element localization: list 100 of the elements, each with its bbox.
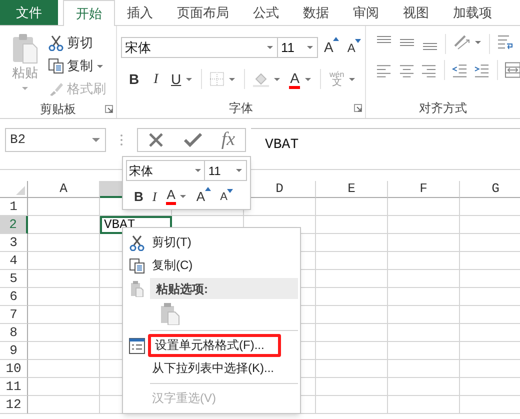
- grid-cell[interactable]: [28, 324, 100, 342]
- row-header[interactable]: 11: [0, 378, 28, 396]
- column-header[interactable]: E: [316, 181, 388, 198]
- ribbon-tab[interactable]: 视图: [391, 0, 441, 25]
- column-header[interactable]: F: [388, 181, 460, 198]
- menu-item[interactable]: 剪切(T): [148, 231, 196, 254]
- enter-button[interactable]: [184, 132, 202, 148]
- grid-cell[interactable]: [316, 396, 388, 414]
- grid-cell[interactable]: [316, 306, 388, 324]
- clipboard-icon: [160, 302, 180, 324]
- grid-cell[interactable]: [28, 360, 100, 378]
- grid-cell[interactable]: [316, 360, 388, 378]
- grid-cell[interactable]: [388, 306, 460, 324]
- align-bottom-icon: [422, 43, 438, 50]
- grid-cell[interactable]: [28, 198, 100, 216]
- font-name-field[interactable]: 宋体: [121, 37, 278, 58]
- clipboard-icon: [130, 280, 144, 296]
- grid-cell[interactable]: [28, 306, 100, 324]
- row-header[interactable]: 7: [0, 306, 28, 324]
- font-name-field[interactable]: 宋体: [126, 160, 206, 181]
- row-header[interactable]: 12: [0, 396, 28, 414]
- row-header[interactable]: 5: [0, 270, 28, 288]
- menu-item[interactable]: 从下拉列表中选择(K)...: [148, 357, 278, 380]
- orientation-button[interactable]: [453, 34, 482, 50]
- row-header[interactable]: 8: [0, 324, 28, 342]
- decrease-font-size-button[interactable]: A: [220, 188, 234, 205]
- insert-function-button[interactable]: fx: [221, 130, 236, 150]
- underline-button[interactable]: U: [171, 68, 194, 90]
- ribbon-tab[interactable]: 页面布局: [165, 0, 241, 25]
- grid-cell[interactable]: [316, 342, 388, 360]
- decrease-font-size-button[interactable]: A: [347, 38, 362, 56]
- font-size-field[interactable]: 11: [278, 37, 318, 58]
- row-header[interactable]: 9: [0, 342, 28, 360]
- caret-icon: [235, 168, 243, 173]
- bold-button[interactable]: B: [134, 187, 144, 206]
- row-header[interactable]: 3: [0, 234, 28, 252]
- paste-option-button[interactable]: [158, 300, 182, 326]
- caret-icon: [306, 45, 314, 50]
- grid-cell[interactable]: [388, 252, 460, 270]
- font-size-field[interactable]: 11: [205, 160, 247, 181]
- grid-cell[interactable]: [388, 378, 460, 396]
- grid-cell[interactable]: [28, 234, 100, 252]
- grip-dots-icon: [120, 134, 123, 146]
- down-triangle-icon: [227, 188, 234, 192]
- row-header[interactable]: 6: [0, 288, 28, 306]
- font-color-button[interactable]: A: [289, 70, 312, 88]
- grid-cell[interactable]: [388, 216, 460, 234]
- align-middle-icon: [399, 39, 415, 46]
- grid-cell[interactable]: [316, 288, 388, 306]
- grid-cell[interactable]: [388, 360, 460, 378]
- italic-button[interactable]: I: [152, 187, 157, 206]
- cancel-button[interactable]: [148, 132, 164, 148]
- borders-button[interactable]: [210, 72, 236, 86]
- grid-cell[interactable]: [388, 342, 460, 360]
- grid-cell[interactable]: [316, 324, 388, 342]
- grid-cell[interactable]: [28, 396, 100, 414]
- formula-field[interactable]: VBAT: [251, 128, 520, 170]
- copy-button[interactable]: 复制: [48, 56, 106, 76]
- grid-cell[interactable]: [316, 198, 388, 216]
- italic-button[interactable]: I: [149, 68, 163, 90]
- ribbon-tab[interactable]: 数据: [291, 0, 341, 25]
- ribbon-tab[interactable]: 公式: [241, 0, 291, 25]
- grid-cell[interactable]: [28, 288, 100, 306]
- ribbon-tab[interactable]: 开始: [63, 0, 115, 26]
- grid-cell[interactable]: [316, 234, 388, 252]
- ribbon-tab[interactable]: 文件: [0, 0, 58, 25]
- grid-cell[interactable]: [28, 342, 100, 360]
- format-cells-icon: [128, 338, 144, 354]
- grid-cell[interactable]: [388, 288, 460, 306]
- row-header[interactable]: 4: [0, 252, 28, 270]
- grid-cell[interactable]: [388, 234, 460, 252]
- grid-cell[interactable]: [316, 252, 388, 270]
- grid-cell[interactable]: [28, 252, 100, 270]
- grid-cell[interactable]: [28, 270, 100, 288]
- column-header[interactable]: A: [28, 181, 100, 198]
- fill-color-button[interactable]: [253, 71, 282, 87]
- grid-cell[interactable]: [388, 270, 460, 288]
- name-box[interactable]: B2: [5, 128, 106, 152]
- increase-font-size-button[interactable]: A: [196, 187, 212, 206]
- menu-item[interactable]: 设置单元格格式(F)...: [148, 334, 282, 357]
- ribbon-tab[interactable]: 审阅: [341, 0, 391, 25]
- bold-button[interactable]: B: [127, 68, 141, 90]
- menu-item[interactable]: 复制(C): [148, 254, 197, 277]
- ribbon-tab[interactable]: 插入: [115, 0, 165, 25]
- ribbon-tab[interactable]: 加载项: [441, 0, 504, 25]
- grid-cell[interactable]: [388, 324, 460, 342]
- row-header[interactable]: 10: [0, 360, 28, 378]
- row-header[interactable]: 2: [0, 216, 28, 234]
- grid-cell[interactable]: [388, 396, 460, 414]
- grid-cell[interactable]: [28, 378, 100, 396]
- grid-cell[interactable]: [28, 216, 100, 234]
- cut-button[interactable]: 剪切: [48, 33, 106, 53]
- border-grid-icon: [210, 72, 224, 86]
- grid-cell[interactable]: [316, 216, 388, 234]
- grid-cell[interactable]: [388, 198, 460, 216]
- increase-font-size-button[interactable]: A: [324, 37, 340, 58]
- font-color-button[interactable]: A: [166, 188, 188, 206]
- grid-cell[interactable]: [316, 378, 388, 396]
- column-header[interactable]: G: [460, 181, 520, 198]
- grid-cell[interactable]: [316, 270, 388, 288]
